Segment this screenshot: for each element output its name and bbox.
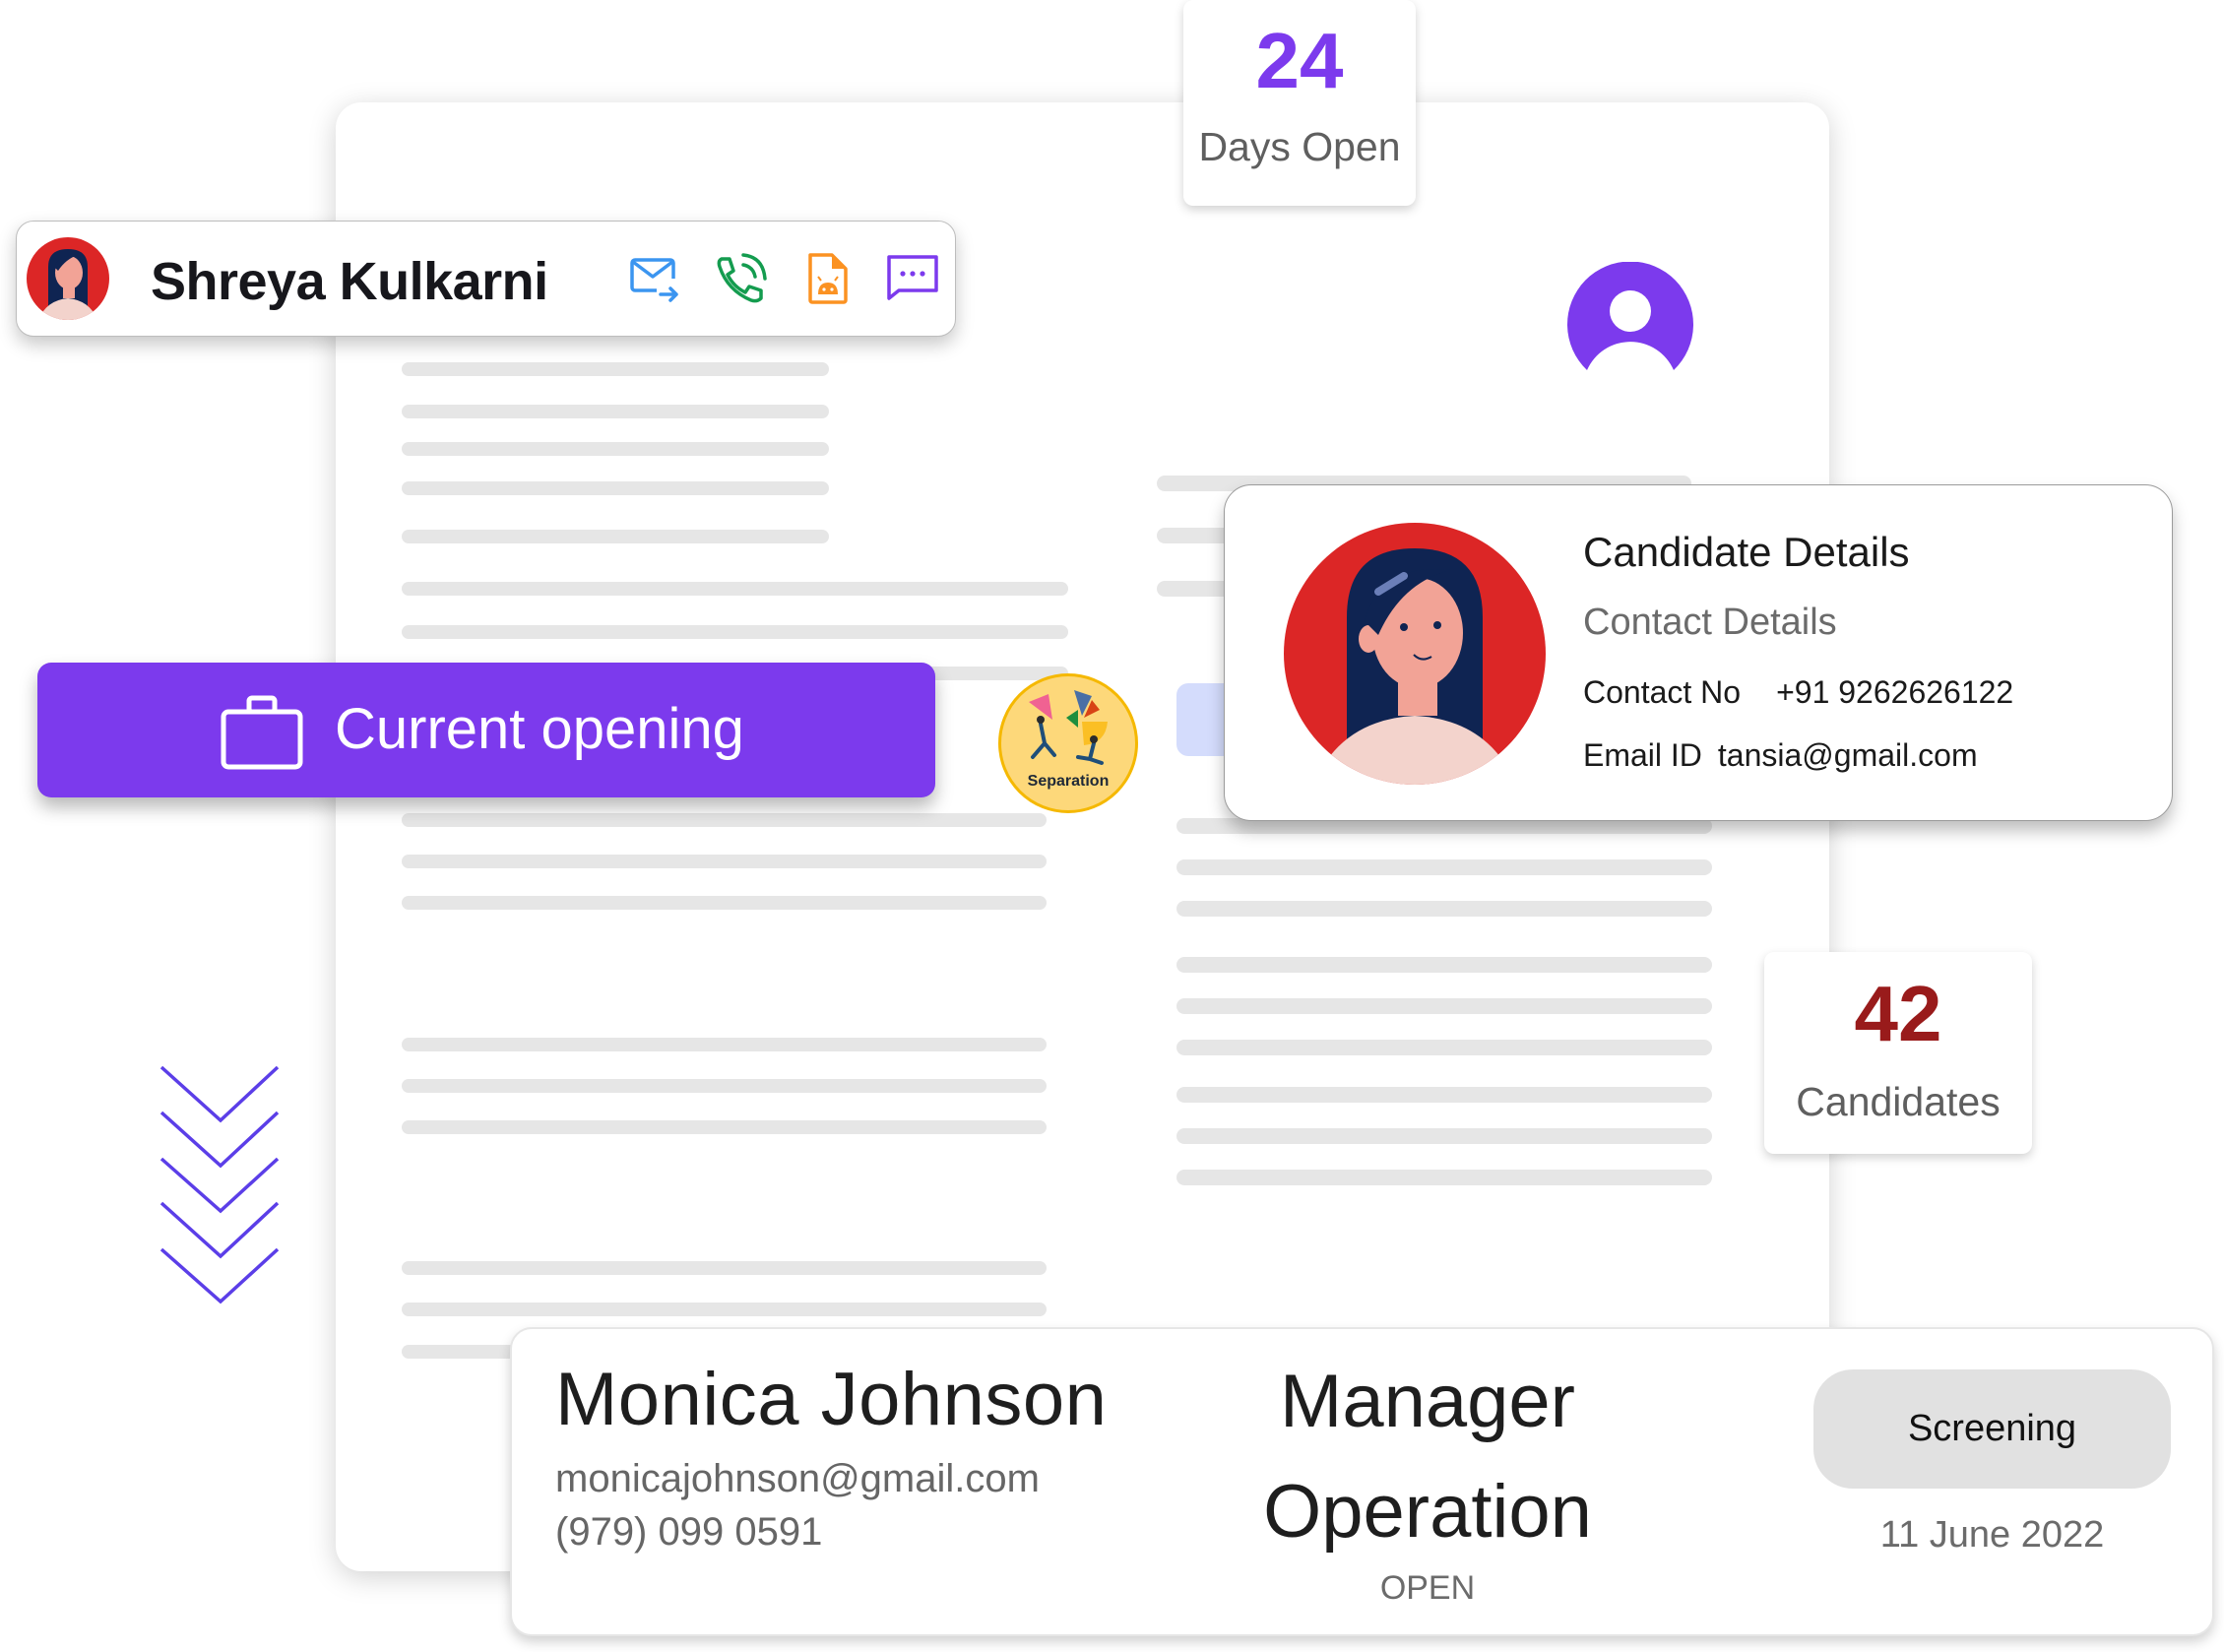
placeholder-line — [402, 362, 829, 376]
days-open-value: 24 — [1255, 17, 1344, 104]
days-open-label: Days Open — [1198, 124, 1401, 169]
chevrons-down-icon — [159, 1065, 280, 1304]
placeholder-line — [1176, 1170, 1712, 1185]
placeholder-line — [402, 530, 829, 543]
placeholder-line — [1176, 1128, 1712, 1144]
contact-name: Shreya Kulkarni — [151, 252, 548, 311]
contact-number-label: Contact No — [1583, 674, 1742, 710]
placeholder-line — [1176, 901, 1712, 917]
applicant-role-line2: Operation — [1263, 1470, 1592, 1554]
placeholder-line — [402, 1038, 1047, 1051]
role-status: OPEN — [1379, 1569, 1476, 1607]
candidate-details-title: Candidate Details — [1583, 529, 1910, 575]
placeholder-line — [402, 1079, 1047, 1093]
separation-badge[interactable]: Separation — [998, 673, 1138, 813]
stage-badge[interactable]: Screening — [1813, 1369, 2171, 1489]
user-profile-icon[interactable] — [1565, 262, 1695, 386]
candidate-details-card[interactable]: Candidate Details Contact Details Contac… — [1224, 484, 2173, 821]
placeholder-line — [402, 1303, 1047, 1316]
placeholder-line — [402, 582, 1068, 596]
separation-illustration-icon — [1029, 690, 1108, 765]
candidates-value: 42 — [1854, 970, 1942, 1057]
placeholder-line — [1176, 1087, 1712, 1103]
placeholder-line — [1176, 998, 1712, 1014]
avatar — [27, 237, 109, 320]
email-row: Email ID tansia@gmail.com — [1583, 737, 1978, 774]
placeholder-line — [402, 442, 829, 456]
placeholder-line — [402, 405, 829, 418]
chat-icon[interactable] — [885, 251, 940, 306]
contact-number-value: +91 9262626122 — [1776, 674, 2014, 710]
contact-details-subtitle: Contact Details — [1583, 602, 1837, 643]
candidates-card: 42 Candidates — [1764, 952, 2032, 1154]
applicant-card[interactable]: Monica Johnson monicajohnson@gmail.com (… — [510, 1327, 2214, 1636]
placeholder-line — [1176, 859, 1712, 875]
briefcase-icon — [221, 695, 303, 770]
applicant-role-line1: Manager — [1280, 1360, 1575, 1443]
placeholder-line — [1176, 1040, 1712, 1055]
contact-number-row: Contact No +91 9262626122 — [1583, 674, 2013, 711]
placeholder-line — [402, 855, 1047, 868]
placeholder-line — [402, 625, 1068, 639]
contact-card-shreya[interactable]: Shreya Kulkarni — [16, 221, 956, 337]
email-value: tansia@gmail.com — [1717, 737, 1978, 773]
separation-label: Separation — [1027, 773, 1110, 790]
candidate-avatar — [1284, 523, 1546, 785]
placeholder-line — [402, 1120, 1047, 1134]
android-file-icon[interactable] — [800, 251, 856, 306]
current-opening-label: Current opening — [335, 697, 744, 761]
placeholder-line — [402, 1261, 1047, 1275]
email-label: Email ID — [1583, 737, 1702, 773]
applicant-email: monicajohnson@gmail.com — [555, 1457, 1040, 1500]
mail-forward-icon[interactable] — [627, 251, 682, 306]
applicant-date: 11 June 2022 — [1879, 1514, 2105, 1556]
placeholder-line — [1176, 957, 1712, 973]
placeholder-line — [402, 813, 1047, 827]
candidates-label: Candidates — [1796, 1079, 2001, 1124]
placeholder-line — [402, 896, 1047, 910]
days-open-card: 24 Days Open — [1183, 0, 1416, 206]
placeholder-line — [402, 481, 829, 495]
applicant-name: Monica Johnson — [555, 1358, 1108, 1441]
applicant-phone: (979) 099 0591 — [555, 1510, 823, 1554]
current-opening-button[interactable]: Current opening — [37, 663, 935, 797]
phone-call-icon[interactable] — [714, 251, 769, 306]
